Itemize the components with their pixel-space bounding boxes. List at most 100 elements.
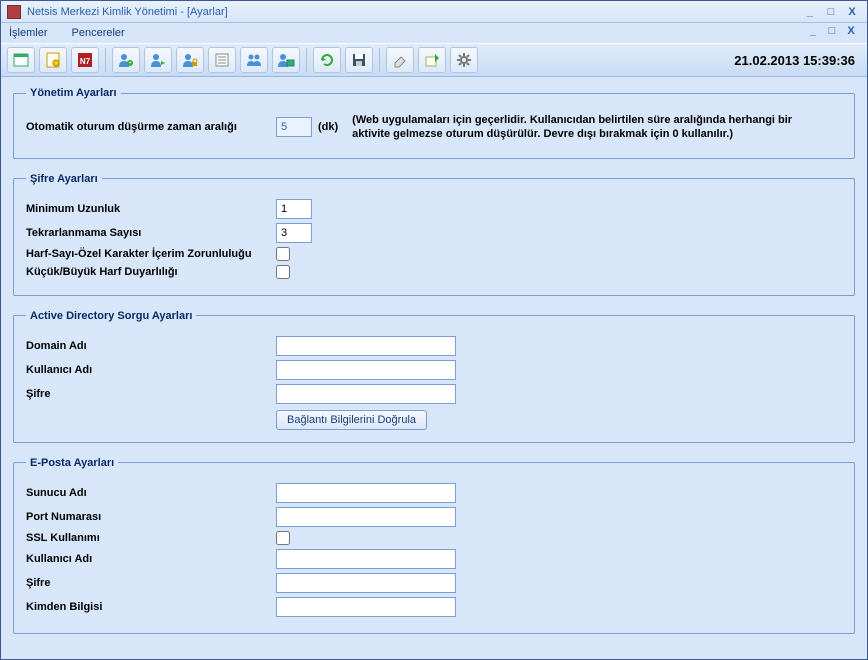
row-ep-pass: Şifre [26,573,842,593]
minimize-button[interactable]: _ [801,6,819,18]
toolbar-btn-3[interactable]: N7 [71,47,99,73]
row-ad-verify: Bağlantı Bilgilerini Doğrula [276,410,842,430]
maximize-button[interactable]: □ [822,6,840,18]
toolbar-btn-user-add[interactable]: + [112,47,140,73]
toolbar-btn-user-lock[interactable] [176,47,204,73]
timeout-label: Otomatik oturum düşürme zaman aralığı [26,121,276,133]
row-ep-port: Port Numarası [26,507,842,527]
group-ad: Active Directory Sorgu Ayarları Domain A… [13,310,855,443]
ad-domain-label: Domain Adı [26,340,276,352]
ep-user-label: Kullanıcı Adı [26,553,276,565]
mdi-minimize-button[interactable]: _ [805,25,821,37]
group-yonetim: Yönetim Ayarları Otomatik oturum düşürme… [13,87,855,159]
group-yonetim-legend: Yönetim Ayarları [26,87,121,99]
gear-icon [455,51,473,69]
group-eposta: E-Posta Ayarları Sunucu Adı Port Numaras… [13,457,855,634]
ad-verify-button[interactable]: Bağlantı Bilgilerini Doğrula [276,410,427,430]
toolbar-sep-3 [379,48,380,72]
svg-text:N7: N7 [80,57,91,66]
ep-port-label: Port Numarası [26,511,276,523]
export-icon [423,51,441,69]
ad-pass-input[interactable] [276,384,456,404]
user-arrow-icon [149,51,167,69]
toolbar-sep-1 [105,48,106,72]
user-add-icon: + [117,51,135,69]
toolbar-btn-export[interactable] [418,47,446,73]
toolbar: N7 + 21.02.2013 15:39:36 [1,43,867,77]
toolbar-sep-2 [306,48,307,72]
complexity-label: Harf-Sayı-Özel Karakter İçerim Zorunlulu… [26,248,276,260]
ep-pass-input[interactable] [276,573,456,593]
group-ad-legend: Active Directory Sorgu Ayarları [26,310,196,322]
timeout-input[interactable] [276,117,312,137]
save-icon [350,51,368,69]
ep-ssl-checkbox[interactable] [276,531,290,545]
row-ep-server: Sunucu Adı [26,483,842,503]
toolbar-btn-user-list[interactable] [272,47,300,73]
row-complexity: Harf-Sayı-Özel Karakter İçerim Zorunlulu… [26,247,842,261]
eraser-icon [391,51,409,69]
case-checkbox[interactable] [276,265,290,279]
svg-text:+: + [128,61,132,67]
toolbar-btn-2[interactable] [39,47,67,73]
ep-from-label: Kimden Bilgisi [26,601,276,613]
toolbar-btn-list[interactable] [208,47,236,73]
group-sifre: Şifre Ayarları Minimum Uzunluk Tekrarlan… [13,173,855,296]
ad-pass-label: Şifre [26,388,276,400]
user-board-icon [277,51,295,69]
toolbar-btn-users[interactable] [240,47,268,73]
row-ad-pass: Şifre [26,384,842,404]
row-case: Küçük/Büyük Harf Duyarlılığı [26,265,842,279]
row-ad-domain: Domain Adı [26,336,842,356]
menu-islemler[interactable]: İşlemler [9,27,48,39]
ep-from-input[interactable] [276,597,456,617]
ep-ssl-label: SSL Kullanımı [26,532,276,544]
toolbar-btn-settings[interactable] [450,47,478,73]
mdi-window-controls: _ □ X [805,25,859,37]
ep-port-input[interactable] [276,507,456,527]
toolbar-btn-save[interactable] [345,47,373,73]
mdi-close-button[interactable]: X [843,25,859,37]
n70-icon: N7 [76,51,94,69]
ep-user-input[interactable] [276,549,456,569]
cert-icon [44,51,62,69]
user-lock-icon [181,51,199,69]
group-sifre-legend: Şifre Ayarları [26,173,102,185]
toolbar-btn-user-edit[interactable] [144,47,172,73]
refresh-icon [318,51,336,69]
datetime-label: 21.02.2013 15:39:36 [734,53,861,68]
case-label: Küçük/Büyük Harf Duyarlılığı [26,266,276,278]
close-button[interactable]: X [843,6,861,18]
timeout-hint: (Web uygulamaları için geçerlidir. Kulla… [352,113,832,142]
ad-user-label: Kullanıcı Adı [26,364,276,376]
complexity-checkbox[interactable] [276,247,290,261]
ep-server-label: Sunucu Adı [26,487,276,499]
ad-domain-input[interactable] [276,336,456,356]
mdi-restore-button[interactable]: □ [824,25,840,37]
no-repeat-input[interactable] [276,223,312,243]
toolbar-btn-1[interactable] [7,47,35,73]
row-min-length: Minimum Uzunluk [26,199,842,219]
row-no-repeat: Tekrarlanmama Sayısı [26,223,842,243]
menubar: İşlemler Pencereler _ □ X [1,23,867,43]
no-repeat-label: Tekrarlanmama Sayısı [26,227,276,239]
titlebar: Netsis Merkezi Kimlik Yönetimi - [Ayarla… [1,1,867,23]
window-buttons: _ □ X [801,6,861,18]
ep-pass-label: Şifre [26,577,276,589]
toolbar-btn-refresh[interactable] [313,47,341,73]
timeout-unit: (dk) [318,121,338,133]
row-ep-ssl: SSL Kullanımı [26,531,842,545]
ad-user-input[interactable] [276,360,456,380]
min-length-input[interactable] [276,199,312,219]
toolbar-btn-erase[interactable] [386,47,414,73]
row-ad-user: Kullanıcı Adı [26,360,842,380]
list-icon [213,51,231,69]
content-area: Yönetim Ayarları Otomatik oturum düşürme… [1,77,867,659]
app-window: Netsis Merkezi Kimlik Yönetimi - [Ayarla… [0,0,868,660]
window-icon [12,51,30,69]
row-ep-user: Kullanıcı Adı [26,549,842,569]
ep-server-input[interactable] [276,483,456,503]
menu-pencereler[interactable]: Pencereler [72,27,125,39]
app-icon [7,5,21,19]
row-ep-from: Kimden Bilgisi [26,597,842,617]
